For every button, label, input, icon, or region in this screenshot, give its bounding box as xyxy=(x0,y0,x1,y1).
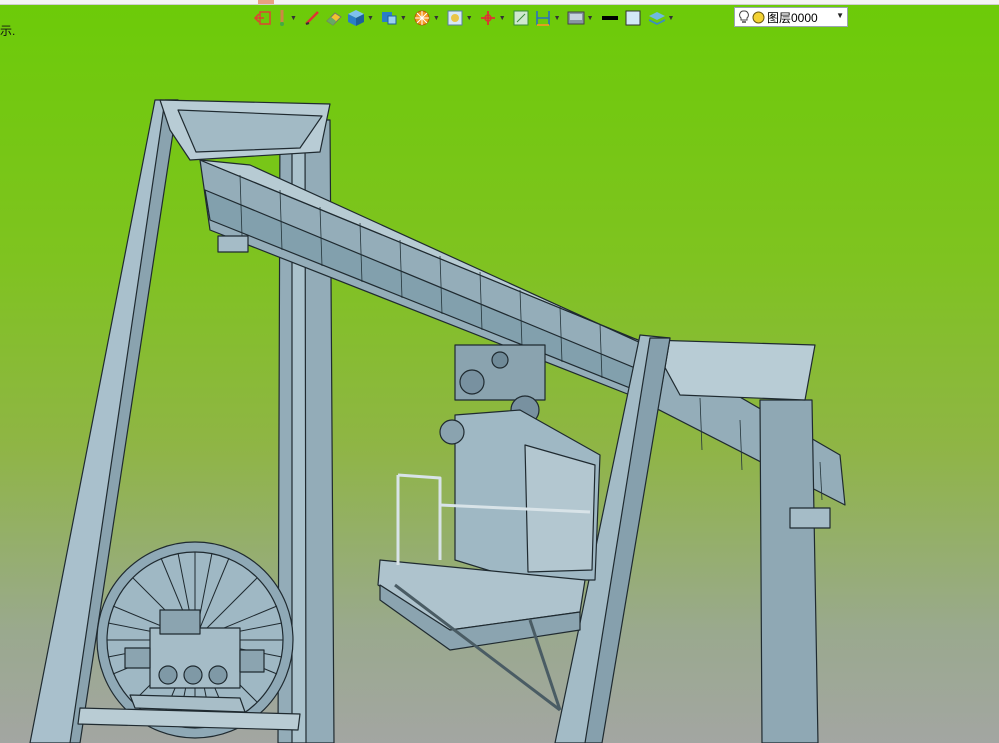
view-toolbar: ▼ ▼ ▼ ▼ ▼ ▼ ▼ ▼ ▼ xyxy=(252,6,678,30)
layer-stack-button[interactable]: ▼ xyxy=(646,7,679,29)
line-tool-icon xyxy=(305,11,319,25)
drum-base-plate xyxy=(77,707,301,731)
chevron-down-icon: ▼ xyxy=(366,14,374,22)
chevron-down-icon: ▼ xyxy=(498,14,506,22)
gantry-crane-model[interactable] xyxy=(0,0,999,743)
pen-sketch-button[interactable]: ▼ xyxy=(274,7,301,29)
pen-sketch-icon xyxy=(280,10,284,26)
grid-button[interactable] xyxy=(510,7,532,29)
operator-cabin xyxy=(439,409,601,581)
views-button[interactable]: ▼ xyxy=(378,7,411,29)
views-icon xyxy=(381,12,397,25)
cube-icon xyxy=(347,10,364,26)
line-weight-icon xyxy=(601,16,618,20)
render-icon xyxy=(447,10,463,26)
line-weight-button[interactable] xyxy=(598,7,622,29)
display-style-icon xyxy=(567,11,585,25)
chevron-down-icon: ▼ xyxy=(465,14,473,22)
layer-name: 图层0000 xyxy=(767,10,818,25)
exit-sketch-icon xyxy=(253,11,271,25)
dimension-button[interactable]: ▼ xyxy=(532,7,565,29)
layer-stack-icon xyxy=(648,12,665,25)
section-view-button[interactable]: ▼ xyxy=(411,7,444,29)
lightbulb-icon[interactable] xyxy=(739,10,749,24)
eraser-button[interactable] xyxy=(323,7,345,29)
grid-icon xyxy=(513,10,529,26)
eraser-icon xyxy=(326,12,342,26)
chevron-down-icon: ▼ xyxy=(667,14,675,22)
rotate-view-button[interactable]: ▼ xyxy=(477,7,510,29)
rotate-icon xyxy=(480,11,495,25)
chevron-down-icon: ▼ xyxy=(290,14,297,22)
chevron-down-icon: ▼ xyxy=(553,14,561,22)
display-style-button[interactable]: ▼ xyxy=(565,7,598,29)
line-tool-button[interactable] xyxy=(301,7,323,29)
chevron-down-icon[interactable]: ▼ xyxy=(836,11,844,20)
color-swatch-icon xyxy=(625,10,640,26)
chevron-down-icon: ▼ xyxy=(586,14,594,22)
section-view-icon xyxy=(414,10,430,26)
dimension-icon xyxy=(535,11,550,26)
cube-button[interactable]: ▼ xyxy=(345,7,378,29)
render-button[interactable]: ▼ xyxy=(444,7,477,29)
right-rear-leg xyxy=(759,399,819,743)
layer-visibility-icon[interactable] xyxy=(752,11,765,24)
chevron-down-icon: ▼ xyxy=(399,14,407,22)
chevron-down-icon: ▼ xyxy=(432,14,440,22)
layer-select[interactable]: 图层0000 ▼ xyxy=(734,7,848,27)
exit-sketch-button[interactable] xyxy=(252,7,274,29)
color-swatch-button[interactable] xyxy=(622,7,646,29)
